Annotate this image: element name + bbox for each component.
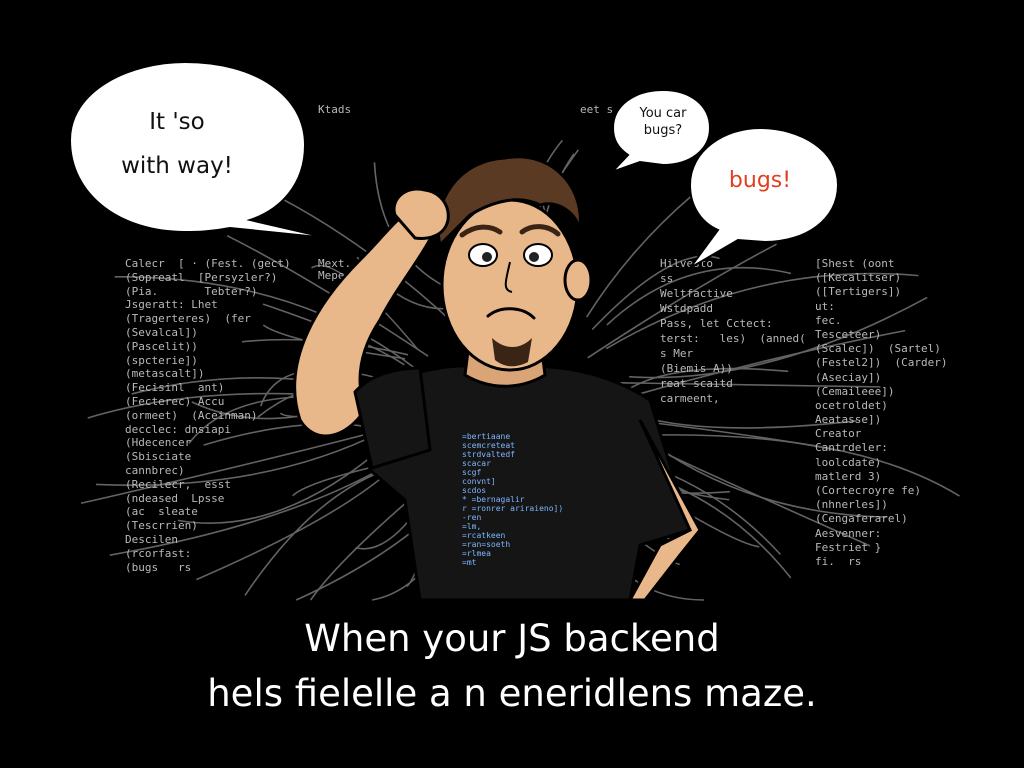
bubble-top-right-line-1: You car: [639, 106, 687, 121]
caption-line-2: hels fielelle a n eneridlens maze.: [207, 672, 817, 715]
bubble-left-line-1: It 'so: [149, 109, 205, 135]
speech-bubble-top-right-text: You car bugs?: [623, 105, 703, 139]
meme-image: Calecr [ · (Fest. (gect) (Sopreatl [Persy…: [0, 0, 1024, 768]
bubble-top-right-line-2: bugs?: [643, 123, 683, 138]
caption-line-1: When your JS backend: [304, 617, 720, 660]
speech-bubble-right-text: bugs!: [728, 168, 792, 193]
bubble-left-line-2: with way!: [121, 153, 233, 179]
speech-bubble-left-text: It 'so with way!: [92, 100, 262, 188]
speech-bubble-right: [688, 126, 840, 269]
